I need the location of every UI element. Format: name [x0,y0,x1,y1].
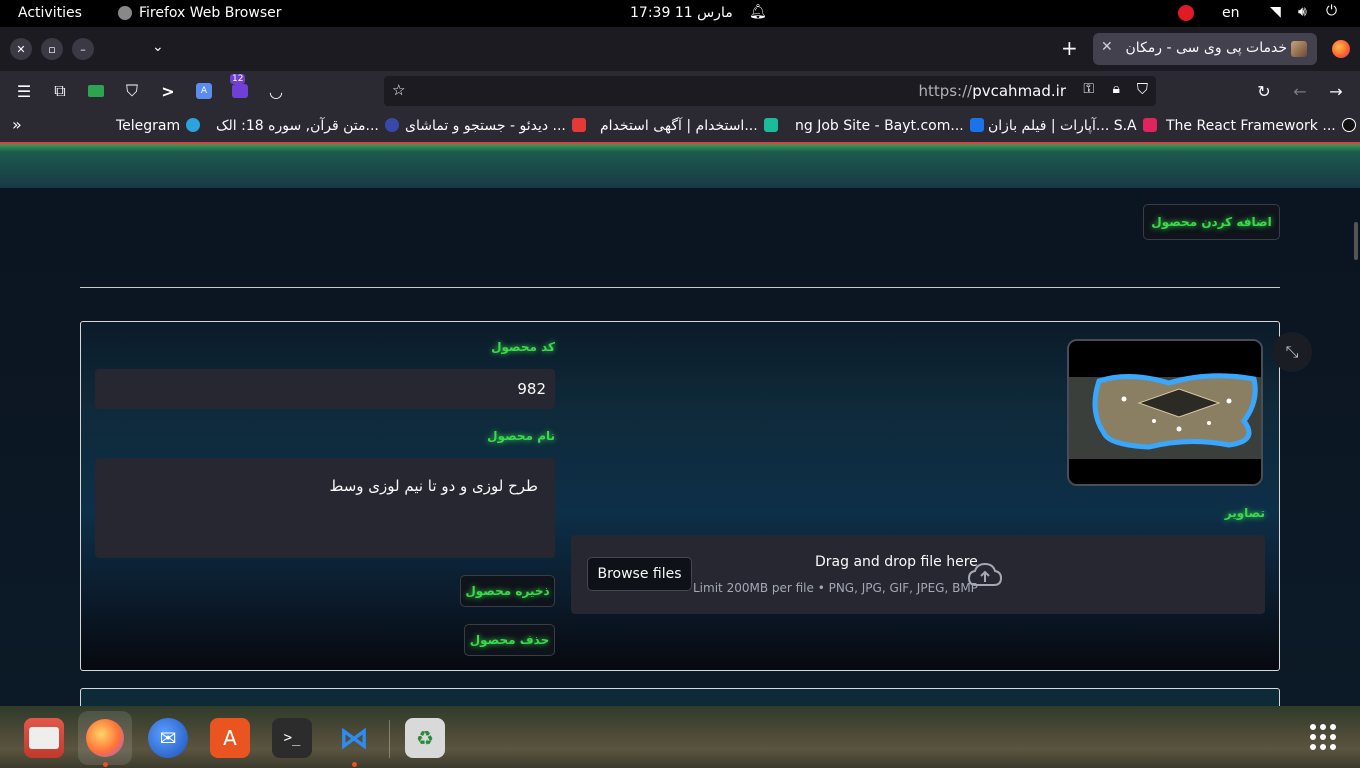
new-tab-icon[interactable]: + [1061,36,1078,60]
bayt-icon [969,118,984,132]
volume-icon[interactable]: 🔊︎ [1298,4,1307,20]
menu-icon[interactable]: ☰ [14,81,34,101]
telegram-icon [186,118,201,132]
upload-limit-text: Limit 200MB per file • PNG, JPG, GIF, JP… [693,581,978,595]
bookmark-item[interactable]: The React Framework ... [1166,118,1356,134]
product-name-label: نام محصول [487,429,555,443]
bookmark-item[interactable]: Telegram [116,118,201,134]
divider [80,287,1280,288]
minimize-window-icon[interactable]: – [72,38,94,60]
bookmark-item[interactable]: آپارات | فیلم بازان... S.A [988,118,1157,134]
video-site-icon [571,118,586,132]
fullscreen-expand-icon[interactable]: ⤡ [1272,332,1312,372]
site-favicon-icon [1291,41,1307,57]
reload-icon[interactable]: ↻ [1254,81,1274,101]
bookmarks-overflow-icon[interactable]: » [12,115,22,134]
product-image-thumbnail[interactable] [1067,339,1263,486]
thunderbird-icon[interactable]: ✉ [148,718,188,758]
files-icon[interactable] [24,718,64,758]
pocket-icon[interactable]: ◡ [266,81,286,101]
power-icon[interactable]: ⏻ [1326,3,1337,19]
browse-files-button[interactable]: Browse files [587,557,692,591]
aparat-icon [1142,118,1157,132]
page-content: اضافه کردن محصول کد محصول 982 نام محصول … [0,142,1360,706]
firefox-small-icon [118,6,132,20]
forward-icon[interactable]: → [1326,81,1346,101]
app-menu-label[interactable]: Firefox Web Browser [139,5,282,21]
translate-icon[interactable]: A [194,81,214,101]
product-code-input[interactable]: 982 [95,369,555,409]
privacy-extension-icon[interactable]: ⛉ [122,81,142,101]
images-label: تصاویر [1224,506,1265,520]
product-code-label: کد محصول [491,340,555,354]
lock-icon[interactable]: 🔒︎ [1113,81,1120,97]
ublock-extension-icon[interactable]: 12 [230,74,250,101]
tab-strip: ✕ ▫ – ⌄ + ✕ خدمات پی وی سی - رمکان [0,27,1360,71]
keyboard-layout-indicator[interactable]: en [1222,5,1240,21]
notification-bell-icon[interactable]: 🔔︎ [749,4,767,20]
quran-icon [384,118,399,132]
back-icon[interactable]: ← [1290,81,1310,101]
cloud-upload-icon [967,562,1003,586]
extension-badge: 12 [230,74,246,84]
app-center-icon[interactable]: A [210,718,250,758]
show-apps-icon[interactable] [1310,724,1336,750]
wifi-icon[interactable]: ◥ [1270,4,1281,20]
file-uploader-dropzone[interactable]: Browse files Drag and drop file here Lim… [571,535,1265,614]
activities-button[interactable]: Activities [18,5,82,21]
firefox-view-icon[interactable] [1332,40,1350,58]
tab-title: خدمات پی وی سی - رمکان [1125,40,1287,56]
tab-active[interactable]: ✕ خدمات پی وی سی - رمکان [1093,33,1317,65]
page-header-band [0,142,1360,188]
tab-list-chevron-icon[interactable]: ⌄ [152,39,164,55]
nextjs-icon [1341,118,1356,132]
url-bar[interactable]: ☆ https://pvcahmad.ir ⚿ 🔒︎ ⛉ [384,76,1156,106]
url-text: https://pvcahmad.ir [918,82,1066,100]
clock[interactable]: مارس 11 17:39 [630,5,733,21]
bookmark-item[interactable]: ng Job Site - Bayt.com... [795,118,984,134]
dock-separator [389,720,390,758]
shield-icon[interactable]: ⛉ [1137,80,1148,98]
navigation-bar: ☰ ⧉ ⛉ > A 12 ◡ ☆ https://pvcahmad.ir ⚿ 🔒… [0,71,1360,111]
close-tab-icon[interactable]: ✕ [1101,39,1113,55]
dock: ✉ A >_ ⋈ ♻ [0,706,1360,768]
add-product-button[interactable]: اضافه کردن محصول [1143,204,1280,240]
restore-window-icon[interactable]: ▫ [41,38,63,60]
running-indicator [352,762,357,767]
prompt-extension-icon[interactable]: > [158,81,178,101]
save-product-button[interactable]: ذخیره محصول [460,575,555,607]
money-extension-icon[interactable] [86,81,106,101]
product-card-next [80,688,1280,706]
page-scrollbar-thumb[interactable] [1354,222,1358,260]
key-icon[interactable]: ⚿ [1083,81,1094,97]
vscode-icon[interactable]: ⋈ [334,718,374,758]
terminal-icon[interactable]: >_ [272,718,312,758]
close-window-icon[interactable]: ✕ [10,38,32,60]
jobinja-icon [763,118,778,132]
bookmark-item[interactable]: متن قرآن, سوره 18: الک... [216,118,399,134]
firefox-icon [86,719,124,757]
ceiling-image [1069,341,1261,484]
system-top-bar: Activities Firefox Web Browser مارس 11 1… [0,0,1360,27]
bookmark-item[interactable]: دیدئو - جستجو و تماشای ... [405,118,586,134]
delete-product-button[interactable]: حذف محصول [464,624,555,656]
bookmark-star-icon[interactable]: ☆ [392,81,405,99]
firefox-dock-slot[interactable] [78,711,132,765]
bookmarks-toolbar: » Telegram متن قرآن, سوره 18: الک... دید… [0,111,1360,142]
extensions-icon[interactable]: ⧉ [50,81,70,101]
do-not-disturb-icon[interactable] [1178,5,1194,21]
drag-drop-text: Drag and drop file here [815,554,978,570]
product-card: کد محصول 982 نام محصول طرح لوزی و دو تا … [80,321,1280,671]
bookmark-item[interactable]: استخدام | آگهی استخدام... [600,118,778,134]
trash-icon[interactable]: ♻ [405,718,445,758]
running-indicator [103,762,108,767]
product-name-textarea[interactable]: طرح لوزی و دو تا نیم لوزی وسط [95,458,555,558]
